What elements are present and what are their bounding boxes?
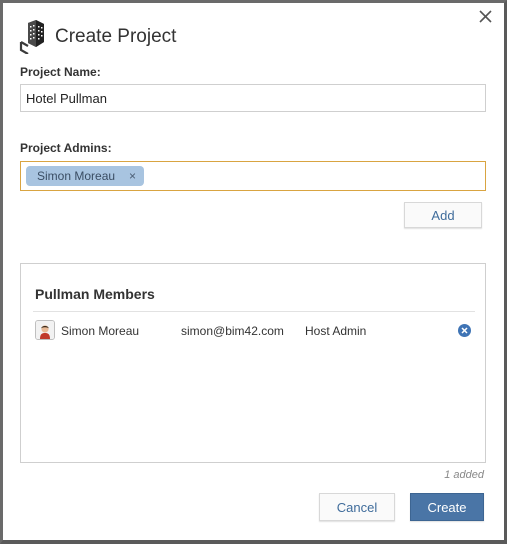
project-admins-input[interactable]: Simon Moreau × — [20, 161, 486, 191]
member-role: Host Admin — [305, 324, 367, 338]
project-name-label: Project Name: — [20, 65, 101, 79]
member-email: simon@bim42.com — [181, 324, 284, 338]
member-name: Simon Moreau — [61, 324, 140, 338]
add-admin-button[interactable]: Add — [404, 202, 482, 228]
remove-member-button[interactable] — [458, 324, 471, 337]
close-button[interactable] — [476, 7, 496, 27]
members-panel: Pullman Members Simon Moreau simon@bim42… — [20, 263, 486, 463]
admin-chip-label: Simon Moreau — [37, 169, 116, 183]
added-count: 1 added — [444, 469, 484, 481]
cancel-button[interactable]: Cancel — [319, 493, 395, 521]
create-button[interactable]: Create — [410, 493, 484, 521]
remove-circle-icon — [461, 327, 468, 334]
create-project-dialog: Create Project Project Name: Project Adm… — [0, 0, 507, 544]
dialog-title: Create Project — [55, 26, 177, 47]
close-icon — [479, 10, 492, 23]
admin-chip: Simon Moreau × — [26, 166, 145, 186]
chip-remove-button[interactable]: × — [129, 169, 136, 183]
project-name-input[interactable] — [20, 84, 486, 112]
divider — [33, 311, 475, 312]
project-admins-label: Project Admins: — [20, 141, 112, 155]
avatar — [35, 320, 55, 340]
dialog-header: Create Project — [19, 19, 176, 55]
avatar-icon — [36, 321, 54, 339]
member-row: Simon Moreau simon@bim42.com Host Admin — [33, 320, 475, 342]
members-title: Pullman Members — [35, 286, 155, 302]
building-icon — [19, 20, 44, 54]
